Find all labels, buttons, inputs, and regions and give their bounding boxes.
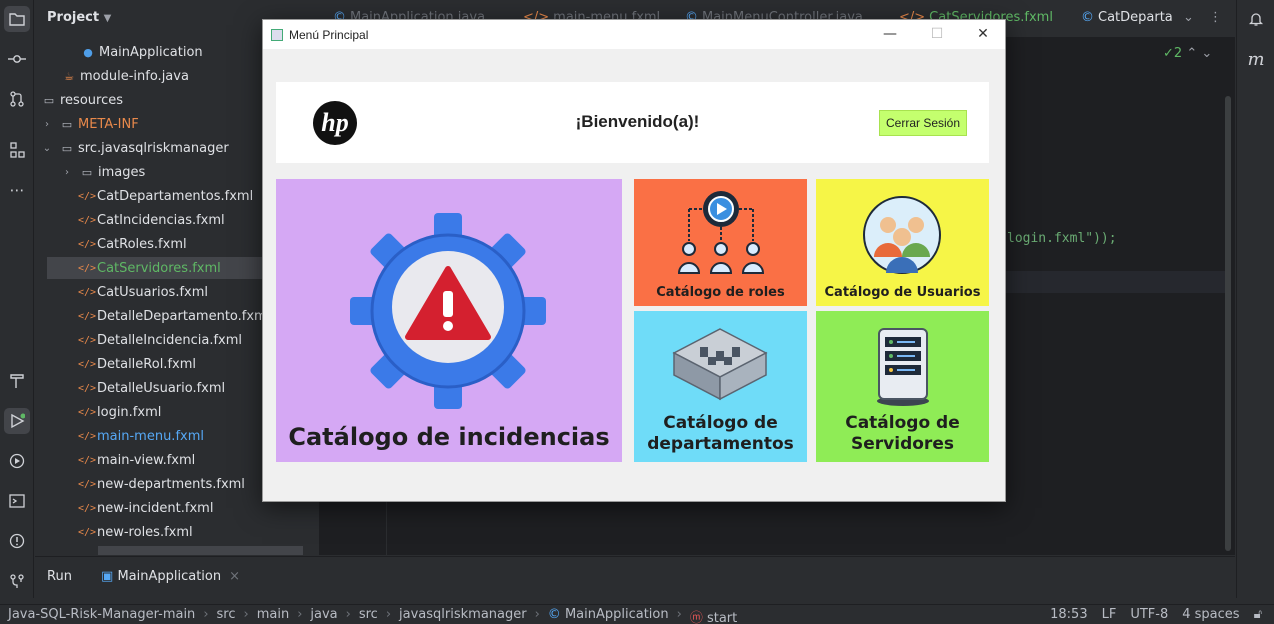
fxml-icon: </> <box>78 406 97 418</box>
chevron-down-icon: ▼ <box>103 13 112 24</box>
structure-icon[interactable] <box>4 137 30 163</box>
breadcrumb-item[interactable]: java <box>310 607 337 624</box>
terminal-icon[interactable] <box>4 488 30 514</box>
folder-icon: ▭ <box>61 141 73 155</box>
users-group-icon <box>863 196 941 274</box>
fxml-icon: </> <box>78 454 97 466</box>
breadcrumb-item[interactable]: main <box>257 607 289 624</box>
indent-setting[interactable]: 4 spaces <box>1182 607 1239 622</box>
inspection-widget[interactable]: ✓2 ⌃ ⌄ <box>1163 46 1212 61</box>
fxml-icon: </> <box>78 334 97 346</box>
departments-catalog-tile[interactable]: Catálogo de departamentos <box>634 311 807 462</box>
breadcrumb-item[interactable]: javasqlriskmanager <box>399 607 527 624</box>
logout-button[interactable]: Cerrar Sesión <box>879 110 967 136</box>
breadcrumb-item[interactable]: src <box>217 607 236 624</box>
servers-tile-label: Catálogo de Servidores <box>845 413 960 454</box>
fxml-icon: </> <box>78 190 97 202</box>
method-icon: ⓜ <box>689 611 703 624</box>
fxml-icon: </> <box>78 286 97 298</box>
departments-tile-label: Catálogo de departamentos <box>647 413 794 454</box>
fxml-icon: </> <box>78 262 97 274</box>
pull-request-icon[interactable] <box>4 86 30 112</box>
build-hammer-icon[interactable] <box>4 368 30 394</box>
project-header[interactable]: Project ▼ <box>47 10 111 25</box>
fxml-icon: </> <box>78 238 97 250</box>
building-isometric-icon <box>672 328 768 401</box>
java-class-icon: ▣ <box>101 569 114 584</box>
more-icon[interactable]: ⋯ <box>4 177 30 203</box>
tab-catdepartamentos[interactable]: © CatDeparta <box>1081 10 1173 25</box>
run-toolbar: Run ▣ MainApplication × <box>35 556 1235 598</box>
users-catalog-tile[interactable]: Catálogo de Usuarios <box>816 179 989 306</box>
code-line[interactable]: login.fxml")); <box>1007 231 1117 246</box>
tree-item-new-roles[interactable]: </> new-roles.fxml <box>35 521 318 543</box>
fxml-icon: </> <box>78 430 97 442</box>
minimize-icon[interactable]: — <box>880 26 900 42</box>
folder-icon: ▭ <box>81 165 93 179</box>
left-tool-strip: ⋯ <box>0 0 34 598</box>
horizontal-scrollbar[interactable] <box>98 546 303 555</box>
lock-icon[interactable]: 🔓︎ <box>1254 607 1262 622</box>
editor-scrollbar[interactable] <box>1225 96 1231 551</box>
fxml-icon: </> <box>78 382 97 394</box>
fxml-icon: </> <box>78 502 97 514</box>
status-right: 18:53 LF UTF-8 4 spaces 🔓︎ <box>1050 607 1262 622</box>
close-icon[interactable]: ✕ <box>973 26 993 42</box>
app-window: Menú Principal — ☐ ✕ hp ¡Bienvenido(a)! … <box>262 19 1006 502</box>
file-encoding[interactable]: UTF-8 <box>1130 607 1168 622</box>
fxml-icon: </> <box>78 526 97 538</box>
roles-tile-label: Catálogo de roles <box>656 285 785 300</box>
incidents-tile-label: Catálogo de incidencias <box>288 423 610 451</box>
warning-gear-icon <box>350 213 546 409</box>
maven-icon[interactable]: m <box>1243 46 1269 72</box>
chevron-right-icon: › <box>45 118 49 130</box>
run-label[interactable]: Run <box>47 569 72 584</box>
line-separator[interactable]: LF <box>1102 607 1117 622</box>
users-tile-label: Catálogo de Usuarios <box>824 285 981 300</box>
incidents-catalog-tile[interactable]: Catálogo de incidencias <box>276 179 622 462</box>
check-icon: ✓ <box>1163 46 1174 61</box>
breadcrumb: Java-SQL-Risk-Manager-main › src › main › j… <box>8 607 738 624</box>
fxml-icon: </> <box>78 310 97 322</box>
tabs-more-icon[interactable]: ⋮ <box>1209 10 1222 25</box>
roles-hierarchy-icon <box>677 191 765 274</box>
maximize-icon[interactable]: ☐ <box>927 26 947 42</box>
commit-icon[interactable] <box>4 46 30 72</box>
server-icon <box>877 328 929 406</box>
breadcrumb-item[interactable]: © MainApplication <box>548 607 669 624</box>
run-icon[interactable] <box>4 408 30 434</box>
roles-catalog-tile[interactable]: Catálogo de roles <box>634 179 807 306</box>
right-tool-strip: m <box>1236 0 1274 598</box>
window-title: Menú Principal <box>289 27 369 42</box>
git-icon[interactable] <box>4 568 30 594</box>
notifications-bell-icon[interactable] <box>1243 6 1269 32</box>
java-file-icon: ☕ <box>64 69 74 83</box>
header-card: hp ¡Bienvenido(a)! Cerrar Sesión <box>276 82 989 163</box>
tabs-dropdown-icon[interactable]: ⌄ <box>1183 10 1194 25</box>
breadcrumb-item[interactable]: src <box>359 607 378 624</box>
fxml-icon: </> <box>78 358 97 370</box>
fxml-icon: </> <box>78 214 97 226</box>
folder-icon: ▭ <box>43 93 55 107</box>
project-folder-icon[interactable] <box>4 6 30 32</box>
java-class-icon: © <box>1081 10 1094 25</box>
servers-catalog-tile[interactable]: Catálogo de Servidores <box>816 311 989 462</box>
close-icon[interactable]: × <box>229 569 240 584</box>
problems-icon[interactable] <box>4 528 30 554</box>
breadcrumb-item[interactable]: Java-SQL-Risk-Manager-main <box>8 607 195 624</box>
breadcrumb-item[interactable]: ⓜ start <box>690 607 737 624</box>
java-class-icon: ● <box>83 45 93 59</box>
chevron-right-icon: › <box>65 166 69 178</box>
services-icon[interactable] <box>4 448 30 474</box>
app-icon <box>271 28 283 41</box>
status-bar: Java-SQL-Risk-Manager-main › src › main › j… <box>0 604 1274 624</box>
window-titlebar[interactable]: Menú Principal — ☐ ✕ <box>263 20 1005 49</box>
run-tab-mainapplication[interactable]: ▣ MainApplication × <box>101 569 240 584</box>
folder-icon: ▭ <box>61 117 73 131</box>
chevron-down-icon: ⌄ <box>42 142 52 154</box>
cursor-position[interactable]: 18:53 <box>1050 607 1087 622</box>
java-class-icon: © <box>547 607 561 622</box>
fxml-icon: </> <box>78 478 97 490</box>
